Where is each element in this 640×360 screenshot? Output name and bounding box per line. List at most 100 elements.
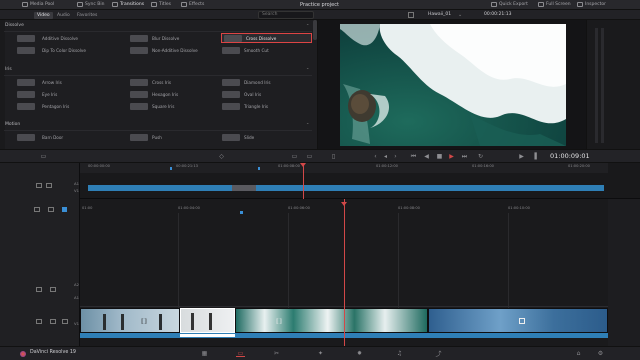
page-color-icon[interactable]: ✸ [355,350,364,357]
transition-icon[interactable]: ⟦⟧ [276,318,282,325]
settings-icon[interactable]: ⚙ [596,350,605,357]
transition-icon[interactable]: ⟦⟧ [141,318,147,325]
video-frame [340,24,566,146]
chevron-down-icon[interactable]: ⌄ [458,12,462,18]
video-clip[interactable] [428,308,608,333]
zoom-icon[interactable]: ▭ [291,153,298,160]
section-motion[interactable]: Motion [5,122,20,127]
timeline-view-icon[interactable]: ▭ [40,153,47,160]
viewer-layout-icon[interactable] [408,12,414,18]
full-screen-button[interactable]: Full Screen [538,2,571,7]
mark-out-icon[interactable]: ▐ [531,153,538,160]
tab-video[interactable]: Video [34,12,53,19]
link-icon[interactable] [48,207,54,212]
sync-bin-button[interactable]: Sync Bin [77,2,104,7]
track-lock-icon[interactable] [36,183,42,188]
jog-left-icon[interactable]: ▯ [330,153,337,160]
skip-start-icon[interactable]: ⏮ [410,153,417,160]
playhead-handle[interactable] [300,163,306,167]
zoom-icon[interactable]: ▭ [306,153,313,160]
step-back-icon[interactable]: ◀ [423,153,430,160]
effect-item[interactable]: Barn Door [17,133,63,141]
effect-item[interactable]: Oval Iris [222,90,261,98]
effect-item[interactable]: Cross Iris [130,78,171,86]
track-speaker-icon[interactable] [50,287,56,292]
effect-item[interactable]: Push [130,133,162,141]
effect-item[interactable]: Additive Dissolve [17,34,78,42]
effect-item[interactable]: Hexagon Iris [130,90,178,98]
grid-line [288,213,289,308]
track-clip-icon[interactable] [62,319,68,324]
ocean-aerial-image [340,24,566,146]
tab-audio[interactable]: Audio [54,12,73,19]
home-icon[interactable]: ⌂ [574,350,583,357]
track-eye-icon[interactable] [46,183,52,188]
media-pool-button[interactable]: Media Pool [22,2,54,7]
snap-icon[interactable] [34,207,40,212]
next-icon[interactable]: › [392,153,399,160]
chevron-up-icon[interactable]: ⌃ [306,67,309,72]
page-media-icon[interactable]: ▦ [200,350,209,357]
marker[interactable] [258,167,260,170]
video-clip[interactable]: ⟦⟧ [80,308,180,333]
effect-item[interactable]: Square Iris [130,102,174,110]
timeline-name[interactable]: Hawaii_01 [428,12,451,17]
effect-item[interactable]: Triangle Iris [222,102,268,110]
effect-item[interactable]: Non-Additive Dissolve [130,46,198,54]
quick-export-button[interactable]: Quick Export [491,2,528,7]
stop-icon[interactable]: ■ [436,153,443,160]
track-label-a1: A1 [74,181,80,186]
previous-icon[interactable]: ‹ [372,153,379,160]
divider [4,75,312,76]
tab-favorites[interactable]: Favorites [74,12,100,19]
transition-marker[interactable] [232,185,256,191]
playhead-line[interactable] [303,163,304,199]
chevron-up-icon[interactable]: ⌃ [306,122,309,127]
page-edit-icon[interactable]: ▭ [236,350,245,357]
track-eye-icon[interactable] [50,319,56,324]
effect-item[interactable]: Slide [222,133,254,141]
section-dissolve[interactable]: Dissolve [5,23,24,28]
track-lock-icon[interactable] [36,319,42,324]
page-deliver-icon[interactable]: ⤴ [434,350,443,358]
audio-clip-selected[interactable] [180,334,235,337]
titles-button[interactable]: Titles [151,2,171,7]
effect-item[interactable]: Pentagon Iris [17,102,69,110]
page-fairlight-icon[interactable]: ♫ [395,350,404,357]
marker[interactable] [170,167,172,170]
mark-in-icon[interactable]: ▶ [518,153,525,160]
play-icon[interactable]: ▶ [448,153,455,160]
track-lock-icon[interactable] [36,287,42,292]
media-pool-icon [22,2,28,7]
effect-item[interactable]: Smooth Cut [222,46,269,54]
chevron-up-icon[interactable]: ⌃ [306,23,309,28]
effects-button[interactable]: Effects [181,2,204,7]
playhead-handle[interactable] [341,202,347,206]
marker[interactable] [240,211,243,214]
play-reverse-icon[interactable]: ◂ [382,153,389,160]
effect-item[interactable]: Blur Dissolve [130,34,179,42]
loop-icon[interactable]: ↻ [477,153,484,160]
flag-icon[interactable] [62,207,67,212]
effect-item[interactable]: Diamond Iris [222,78,271,86]
skip-end-icon[interactable]: ⏭ [461,153,468,160]
scrollbar[interactable] [313,20,317,40]
page-fusion-icon[interactable]: ✦ [316,350,325,357]
upper-ruler[interactable]: 00:00:00:00 00:00:21:13 01:00:08:00 01:0… [80,163,608,173]
video-clip[interactable]: ⟦⟧ [235,308,428,333]
playhead-line[interactable] [344,199,345,346]
track-headers: A2 A1 V1 [0,199,80,346]
transitions-button[interactable]: Transitions [112,2,144,7]
section-iris[interactable]: Iris [5,67,12,72]
effect-item[interactable]: Arrow Iris [17,78,62,86]
page-cut-icon[interactable]: ✂ [272,350,281,357]
clip-icon[interactable] [519,318,525,324]
effect-item-selected[interactable]: Cross Dissolve [221,33,312,43]
diamond-marker-icon[interactable]: ◇ [218,153,225,160]
search-input[interactable]: Search [258,11,314,19]
upper-clip-strip[interactable] [88,185,604,191]
effect-item[interactable]: Eye Iris [17,90,57,98]
effect-item[interactable]: Dip To Color Dissolve [17,46,86,54]
inspector-button[interactable]: Inspector [577,2,606,7]
video-clip-selected[interactable] [180,308,235,333]
